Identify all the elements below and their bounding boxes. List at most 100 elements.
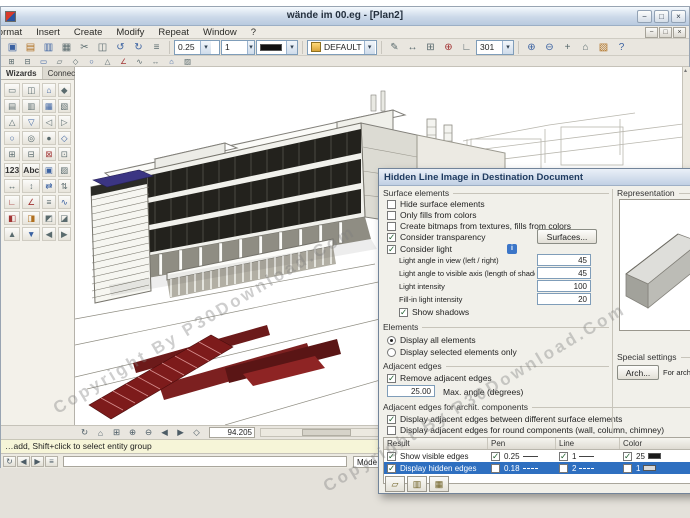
stretch-tool-icon[interactable]: ↔ xyxy=(148,56,163,66)
menu-item[interactable]: Modify xyxy=(109,26,151,38)
display-selected-elements-radio[interactable]: Display selected elements only xyxy=(387,347,607,357)
tool-icon[interactable]: ≡ xyxy=(42,195,56,209)
repeat-icon[interactable]: ↻ xyxy=(3,456,16,467)
maximize-button[interactable]: □ xyxy=(654,10,669,23)
hatch-tool-icon[interactable]: ▨ xyxy=(180,56,195,66)
match-props-icon[interactable]: ✎ xyxy=(386,40,403,55)
tool-icon[interactable]: ↕ xyxy=(22,179,41,193)
menu-item[interactable]: ? xyxy=(244,26,263,38)
tool-icon[interactable]: △ xyxy=(4,115,21,129)
next-view-icon[interactable]: ▶ xyxy=(173,427,188,439)
close-button[interactable]: × xyxy=(671,10,686,23)
new-file-icon[interactable]: ▣ xyxy=(4,40,21,55)
layers-icon[interactable]: ▧ xyxy=(595,40,612,55)
consider-transparency-checkbox[interactable]: Consider transparency xyxy=(387,232,532,242)
tool-icon[interactable]: ▤ xyxy=(4,99,21,113)
tool-icon[interactable]: ▣ xyxy=(42,163,56,177)
tool-icon[interactable]: ○ xyxy=(4,131,21,145)
command-input[interactable] xyxy=(63,456,347,467)
tool-icon[interactable]: ⇄ xyxy=(42,179,56,193)
light-angle-axis-field[interactable]: 45 xyxy=(537,267,591,279)
zoom-in-icon[interactable]: ⊕ xyxy=(523,40,540,55)
dialog-title[interactable]: Hidden Line Image in Destination Documen… xyxy=(379,169,690,186)
print-icon[interactable]: ▦ xyxy=(58,40,75,55)
copy-icon[interactable]: ◫ xyxy=(94,40,111,55)
open-favorite-button[interactable]: ▱ xyxy=(385,476,405,492)
numbers-tool-icon[interactable]: 123 xyxy=(4,163,21,177)
undo-icon[interactable]: ↺ xyxy=(112,40,129,55)
display-all-elements-radio[interactable]: Display all elements xyxy=(387,335,607,345)
wall-tool-icon[interactable]: ⊞ xyxy=(4,56,19,66)
scale-display[interactable]: 94.205 xyxy=(209,427,255,438)
tool-icon[interactable]: ⊟ xyxy=(22,147,41,161)
tool-icon[interactable]: ▥ xyxy=(22,99,41,113)
show-shadows-checkbox[interactable]: Show shadows xyxy=(399,307,599,317)
pen-column-header[interactable]: Pen xyxy=(488,438,556,449)
help-icon[interactable]: ? xyxy=(613,40,630,55)
line-style-dropdown[interactable]: 1 xyxy=(221,39,255,55)
roof-tool-icon[interactable]: △ xyxy=(100,56,115,66)
doc-minimize-button[interactable]: − xyxy=(645,27,658,38)
fit-view-icon[interactable]: ⌂ xyxy=(577,40,594,55)
menu-item[interactable]: Create xyxy=(67,26,110,38)
remove-adjacent-edges-checkbox[interactable]: Remove adjacent edges xyxy=(387,373,607,383)
menu-item[interactable]: Format xyxy=(1,26,29,38)
snap-icon[interactable]: ⊕ xyxy=(440,40,457,55)
menu-item[interactable]: Insert xyxy=(29,26,67,38)
table-row[interactable]: Display hidden edges 0.18 2 1 xyxy=(384,462,690,474)
doc-restore-button[interactable]: □ xyxy=(659,27,672,38)
angle-tool-icon[interactable]: ∠ xyxy=(116,56,131,66)
adjacent-round-components-checkbox[interactable]: Display adjacent edges for round compone… xyxy=(387,425,690,435)
minimize-button[interactable]: − xyxy=(637,10,652,23)
view-3d-icon[interactable]: ◇ xyxy=(189,427,204,439)
circle-tool-icon[interactable]: ○ xyxy=(84,56,99,66)
tool-icon[interactable]: ▭ xyxy=(4,83,21,97)
opening-tool-icon[interactable]: ⊟ xyxy=(20,56,35,66)
tool-icon[interactable]: ▦ xyxy=(42,99,56,113)
text-tool-icon[interactable]: Abc xyxy=(22,163,41,177)
tool-icon[interactable]: ◎ xyxy=(22,131,41,145)
tool-icon[interactable]: ◩ xyxy=(42,211,56,225)
fill-in-light-field[interactable]: 20 xyxy=(537,293,591,305)
tool-icon[interactable]: ◆ xyxy=(57,83,71,97)
tool-icon[interactable]: ⌂ xyxy=(42,83,56,97)
beam-tool-icon[interactable]: ▭ xyxy=(36,56,51,66)
tool-icon[interactable]: ↔ xyxy=(4,179,21,193)
tool-icon[interactable]: ◁ xyxy=(42,115,56,129)
adjacent-between-surfaces-checkbox[interactable]: Display adjacent edges between different… xyxy=(387,414,690,424)
spline-tool-icon[interactable]: ∿ xyxy=(132,56,147,66)
line-color-dropdown[interactable] xyxy=(256,39,298,55)
hide-surface-elements-checkbox[interactable]: Hide surface elements xyxy=(387,199,607,209)
tool-icon[interactable]: ◫ xyxy=(22,83,41,97)
tool-icon[interactable]: ◇ xyxy=(57,131,71,145)
grid-icon[interactable]: ⊞ xyxy=(422,40,439,55)
max-angle-field[interactable]: 25.00 xyxy=(387,385,435,397)
tool-icon[interactable]: ∿ xyxy=(57,195,71,209)
consider-light-checkbox[interactable]: Consider light xyxy=(387,244,502,254)
result-column-header[interactable]: Result xyxy=(384,438,488,449)
tool-icon[interactable]: ▼ xyxy=(22,227,41,241)
menu-item[interactable]: Window xyxy=(196,26,244,38)
forward-icon[interactable]: ▶ xyxy=(31,456,44,467)
zoom-out-icon[interactable]: ⊖ xyxy=(541,40,558,55)
scale-field[interactable]: 301 xyxy=(476,39,514,55)
tool-icon[interactable]: ◧ xyxy=(4,211,21,225)
slab-tool-icon[interactable]: ▱ xyxy=(52,56,67,66)
table-row[interactable]: Show visible edges 0.25 1 25 xyxy=(384,450,690,462)
tool-icon[interactable]: ▷ xyxy=(57,115,71,129)
back-icon[interactable]: ◀ xyxy=(17,456,30,467)
zoom-window-icon[interactable]: ⊞ xyxy=(109,427,124,439)
arch-button[interactable]: Arch... xyxy=(617,365,659,380)
pan-icon[interactable]: + xyxy=(559,40,576,55)
save-favorite-button[interactable]: ▥ xyxy=(407,476,427,492)
previous-view-icon[interactable]: ◀ xyxy=(157,427,172,439)
tool-icon[interactable]: ∠ xyxy=(22,195,41,209)
doc-close-button[interactable]: × xyxy=(673,27,686,38)
tool-icon[interactable]: ◀ xyxy=(42,227,56,241)
info-icon[interactable]: i xyxy=(507,244,517,254)
zoom-in-icon[interactable]: ⊕ xyxy=(125,427,140,439)
tool-icon[interactable]: ▧ xyxy=(57,99,71,113)
light-intensity-field[interactable]: 100 xyxy=(537,280,591,292)
save-icon[interactable]: ▥ xyxy=(40,40,57,55)
open-file-icon[interactable]: ▤ xyxy=(22,40,39,55)
